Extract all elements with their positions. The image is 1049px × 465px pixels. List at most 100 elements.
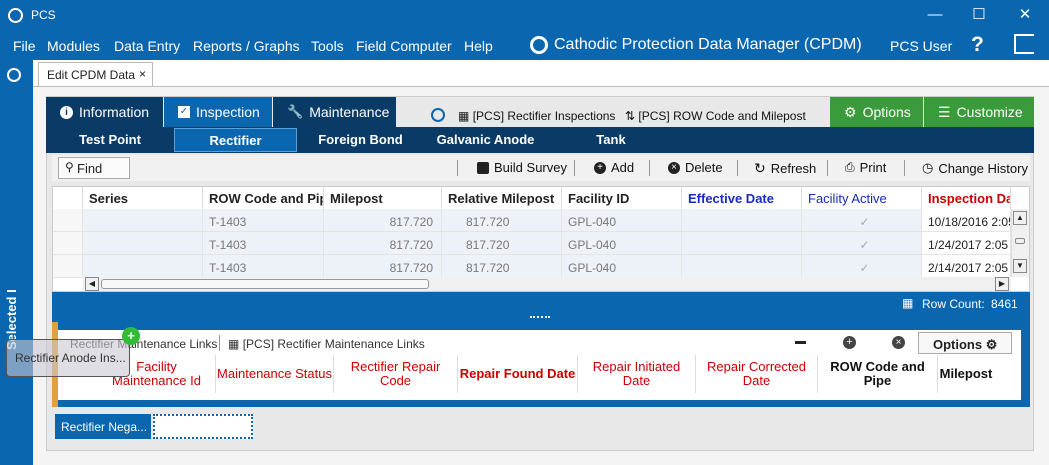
scroll-thumb[interactable] [1015,238,1025,244]
cell-facility-id[interactable]: GPL-040 [562,209,682,232]
cell-row-code[interactable]: T-1403 [203,209,324,232]
menu-help[interactable]: Help [464,38,493,54]
build-survey-button[interactable]: Build Survey [477,160,567,175]
cell-facility-active[interactable]: ✓ [802,209,922,232]
col-header-row-code[interactable]: ROW Code and Pipe [203,187,324,209]
cell-effective-date[interactable] [682,255,802,278]
tab-maintenance[interactable]: 🔧 Maintenance [273,97,396,127]
cell-inspection-date[interactable]: 1/24/2017 2:05 [922,232,1011,255]
maint-col-repair-code[interactable]: Rectifier Repair Code [334,355,458,393]
h-scroll-thumb[interactable] [101,279,429,289]
splitter-handle[interactable] [52,314,1030,322]
cell-series[interactable] [83,209,203,232]
document-tab[interactable]: Edit CPDM Data × [38,62,153,86]
cell-facility-id[interactable]: GPL-040 [562,255,682,278]
horizontal-scrollbar[interactable]: ◀ ▶ [83,277,1011,291]
clock-icon: ◷ [922,160,934,175]
menu-data-entry[interactable]: Data Entry [114,38,180,54]
row-header[interactable] [53,255,83,278]
left-sidebar[interactable]: Selected I [0,60,33,465]
add-icon[interactable]: + [843,336,856,349]
cell-relative-milepost[interactable]: 817.720 [442,255,562,278]
cell-relative-milepost[interactable]: 817.720 [442,232,562,255]
menu-tools[interactable]: Tools [311,38,344,54]
menu-modules[interactable]: Modules [47,38,100,54]
subtab-galvanic-anode[interactable]: Galvanic Anode [423,128,548,152]
scroll-down-icon[interactable]: ▼ [1013,259,1027,273]
cell-inspection-date[interactable]: 10/18/2016 2:05 [922,209,1011,232]
row-header[interactable] [53,232,83,255]
scroll-left-icon[interactable]: ◀ [85,277,99,291]
cell-facility-active[interactable]: ✓ [802,232,922,255]
cell-effective-date[interactable] [682,209,802,232]
delete-button[interactable]: × Delete [668,160,723,175]
maintenance-link[interactable]: ▦ [PCS] Rectifier Maintenance Links [228,337,425,351]
col-header-relative-milepost[interactable]: Relative Milepost [442,187,562,209]
vertical-scrollbar[interactable]: ▲ ▼ [1011,209,1029,277]
remove-icon[interactable]: × [892,336,905,349]
menu-file[interactable]: File [13,38,36,54]
subtab-rectifier[interactable]: Rectifier [174,128,297,152]
drop-target-placeholder[interactable] [153,414,253,439]
menu-reports[interactable]: Reports / Graphs [193,38,300,54]
collapse-icon[interactable] [431,108,445,122]
user-menu[interactable]: PCS User [890,38,952,54]
change-history-button[interactable]: ◷ Change History [922,160,1028,176]
subtab-foreign-bond[interactable]: Foreign Bond [299,128,422,152]
cell-series[interactable] [83,255,203,278]
maint-col-row-code[interactable]: ROW Code and Pipe [818,355,938,393]
cell-relative-milepost[interactable]: 817.720 [442,209,562,232]
link-row-code[interactable]: ⇅ [PCS] ROW Code and Milepost [625,109,806,123]
cell-milepost[interactable]: 817.720 [324,209,442,232]
customize-button[interactable]: ☰ Customize [924,97,1034,127]
subtab-test-point[interactable]: Test Point [48,128,172,152]
close-button[interactable]: ✕ [1002,0,1048,32]
maint-col-status[interactable]: Maintenance Status [216,355,334,393]
cell-facility-id[interactable]: GPL-040 [562,232,682,255]
help-icon[interactable]: ? [971,33,984,57]
logout-icon[interactable] [1014,34,1034,54]
minus-icon[interactable] [795,341,806,344]
add-button[interactable]: + Add [594,160,634,175]
maint-col-corrected-date[interactable]: Repair Corrected Date [696,355,818,393]
col-header-milepost[interactable]: Milepost [324,187,442,209]
maximize-button[interactable]: ☐ [956,0,1002,32]
cell-row-code[interactable]: T-1403 [203,255,324,278]
close-tab-icon[interactable]: × [139,67,146,81]
maint-col-milepost[interactable]: Milepost [938,355,994,393]
toolbar-separator [457,160,458,176]
maint-col-found-date[interactable]: Repair Found Date [458,355,578,393]
maint-col-initiated-date[interactable]: Repair Initiated Date [578,355,696,393]
row-header[interactable] [53,209,83,232]
col-header-effective-date[interactable]: Effective Date [682,187,802,209]
col-header-series[interactable]: Series [83,187,203,209]
refresh-button[interactable]: ↻ Refresh [754,160,816,177]
cell-series[interactable] [83,232,203,255]
cell-inspection-date[interactable]: 2/14/2017 2:05 [922,255,1011,278]
col-header-facility-id[interactable]: Facility ID [562,187,682,209]
menu-field-computer[interactable]: Field Computer [356,38,452,54]
data-grid[interactable]: Series ROW Code and Pipe Milepost Relati… [52,186,1030,292]
tab-inspection[interactable]: ✓ Inspection [164,97,272,127]
maintenance-options-button[interactable]: Options ⚙ [918,332,1012,354]
cell-facility-active[interactable]: ✓ [802,255,922,278]
scroll-up-icon[interactable]: ▲ [1013,211,1027,225]
bottom-tab-rectifier-negative[interactable]: Rectifier Nega... [55,414,151,439]
options-button[interactable]: ⚙ Options [830,97,923,127]
grip-icon[interactable] [530,316,550,319]
cell-effective-date[interactable] [682,232,802,255]
tab-information[interactable]: i Information [46,97,163,127]
cell-milepost[interactable]: 817.720 [324,255,442,278]
row-header-corner [53,187,83,209]
cell-milepost[interactable]: 817.720 [324,232,442,255]
find-button[interactable]: ⚲ Find [58,157,130,179]
search-icon[interactable] [7,68,21,82]
col-header-inspection-date[interactable]: Inspection Dat [922,187,1011,209]
cell-row-code[interactable]: T-1403 [203,232,324,255]
col-header-facility-active[interactable]: Facility Active [802,187,922,209]
link-rectifier-inspections[interactable]: ▦ [PCS] Rectifier Inspections [458,109,615,123]
scroll-right-icon[interactable]: ▶ [995,277,1009,291]
subtab-tank[interactable]: Tank [550,128,672,152]
minimize-button[interactable]: — [912,0,958,32]
print-button[interactable]: ⎙ Print [845,160,886,175]
